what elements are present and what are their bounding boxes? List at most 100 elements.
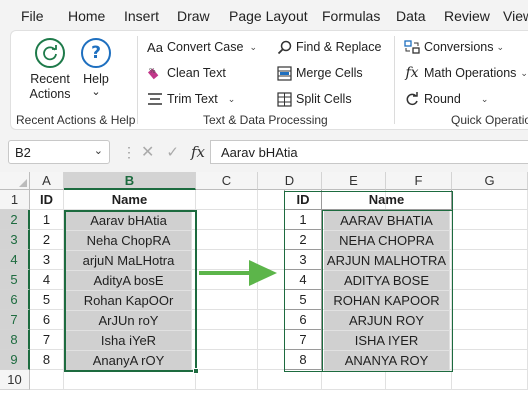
- table-right-id-cell[interactable]: 4: [284, 270, 322, 290]
- column-header-f[interactable]: F: [386, 172, 452, 190]
- tab-review[interactable]: Review: [444, 8, 490, 24]
- row-header-10[interactable]: 10: [0, 370, 30, 390]
- math-operations-button[interactable]: fx Math Operations ⌄: [403, 65, 528, 81]
- checkmark-icon[interactable]: ✓: [166, 143, 179, 161]
- table-right-header-id[interactable]: ID: [284, 190, 322, 210]
- table-left-name-cell[interactable]: ArJUn roY: [66, 311, 192, 331]
- table-left-id-cell[interactable]: 7: [30, 330, 64, 350]
- table-right-id-cell[interactable]: 5: [284, 290, 322, 310]
- table-left-id-cell[interactable]: 3: [30, 250, 64, 270]
- row-header-1[interactable]: 1: [0, 190, 30, 210]
- row-header-7[interactable]: 7: [0, 310, 30, 330]
- row-header-6[interactable]: 6: [0, 290, 30, 310]
- column-header-d[interactable]: D: [258, 172, 322, 190]
- row-header-2[interactable]: 2: [0, 210, 30, 230]
- table-left-name-cell[interactable]: Neha ChopRA: [66, 231, 192, 251]
- table-right-name-cell[interactable]: ISHA IYER: [324, 331, 450, 351]
- table-right-name-cell[interactable]: NEHA CHOPRA: [324, 231, 450, 251]
- grid-cell[interactable]: [196, 370, 258, 390]
- table-left-header-id[interactable]: ID: [30, 190, 64, 210]
- grid-cell[interactable]: [196, 230, 258, 250]
- grid-cell[interactable]: [258, 370, 322, 390]
- table-left-id-cell[interactable]: 5: [30, 290, 64, 310]
- table-left-name-cell[interactable]: Rohan KapOOr: [66, 291, 192, 311]
- grid-cell[interactable]: [64, 370, 196, 390]
- help-button[interactable]: ? Help ⌄: [80, 38, 112, 98]
- fill-handle[interactable]: [193, 368, 199, 374]
- table-right-name-cell[interactable]: ADITYA BOSE: [324, 271, 450, 291]
- table-left-header-name[interactable]: Name: [64, 190, 196, 210]
- round-button[interactable]: Round ⌄: [403, 91, 488, 107]
- column-header-b[interactable]: B: [64, 172, 196, 190]
- table-right-name-cell[interactable]: AARAV BHATIA: [324, 211, 450, 231]
- table-left-name-cell[interactable]: AdityA bosE: [66, 271, 192, 291]
- tab-formulas[interactable]: Formulas: [322, 8, 380, 24]
- trim-text-button[interactable]: Trim Text ⌄: [146, 91, 235, 107]
- table-left-name-cell[interactable]: Isha iYeR: [66, 331, 192, 351]
- more-icon[interactable]: ⋮: [122, 144, 136, 161]
- recent-actions-button[interactable]: Recent Actions: [26, 38, 74, 102]
- tab-home[interactable]: Home: [68, 8, 105, 24]
- column-header-e[interactable]: E: [322, 172, 386, 190]
- grid-cell[interactable]: [452, 250, 528, 270]
- insert-function-icon[interactable]: fx: [191, 143, 205, 161]
- grid-cell[interactable]: [322, 370, 386, 390]
- grid-cell[interactable]: [452, 350, 528, 370]
- grid-cell[interactable]: [452, 190, 528, 210]
- grid-cell[interactable]: [452, 330, 528, 350]
- grid-cell[interactable]: [196, 350, 258, 370]
- row-header-5[interactable]: 5: [0, 270, 30, 290]
- tab-file[interactable]: File: [21, 8, 44, 24]
- formula-input[interactable]: Aarav bHAtia: [210, 140, 528, 164]
- find-replace-button[interactable]: Find & Replace: [275, 39, 381, 55]
- tab-insert[interactable]: Insert: [124, 8, 159, 24]
- table-left-id-cell[interactable]: 1: [30, 210, 64, 230]
- tab-draw[interactable]: Draw: [177, 8, 210, 24]
- table-left-id-cell[interactable]: 8: [30, 350, 64, 370]
- grid-cell[interactable]: [196, 210, 258, 230]
- table-left-id-cell[interactable]: 6: [30, 310, 64, 330]
- table-left-id-cell[interactable]: 2: [30, 230, 64, 250]
- tab-page-layout[interactable]: Page Layout: [229, 8, 308, 24]
- merge-cells-button[interactable]: Merge Cells: [275, 65, 363, 81]
- grid-cell[interactable]: [452, 310, 528, 330]
- grid-cell[interactable]: [452, 290, 528, 310]
- table-right-name-cell[interactable]: ANANYA ROY: [324, 351, 450, 371]
- table-right-name-cell[interactable]: ROHAN KAPOOR: [324, 291, 450, 311]
- name-box[interactable]: B2 ⌄: [8, 140, 110, 164]
- table-right-header-name[interactable]: Name: [322, 190, 452, 210]
- select-all-corner[interactable]: [0, 172, 30, 190]
- grid-cell[interactable]: [452, 230, 528, 250]
- grid-cell[interactable]: [452, 370, 528, 390]
- tab-view[interactable]: View: [503, 8, 528, 24]
- table-right-id-cell[interactable]: 2: [284, 230, 322, 250]
- grid-cell[interactable]: [196, 190, 258, 210]
- table-right-name-cell[interactable]: ARJUN MALHOTRA: [324, 251, 450, 271]
- table-left-name-cell[interactable]: Aarav bHAtia: [66, 211, 192, 231]
- chevron-down-icon[interactable]: ⌄: [94, 144, 103, 157]
- grid-cell[interactable]: [452, 210, 528, 230]
- column-header-g[interactable]: G: [452, 172, 528, 190]
- table-right-id-cell[interactable]: 3: [284, 250, 322, 270]
- grid-cell[interactable]: [196, 310, 258, 330]
- row-header-4[interactable]: 4: [0, 250, 30, 270]
- grid-cell[interactable]: [386, 370, 452, 390]
- grid-cell[interactable]: [196, 330, 258, 350]
- table-right-id-cell[interactable]: 6: [284, 310, 322, 330]
- conversions-button[interactable]: Conversions ⌄: [403, 39, 504, 55]
- tab-data[interactable]: Data: [396, 8, 426, 24]
- table-right-id-cell[interactable]: 8: [284, 350, 322, 370]
- column-header-a[interactable]: A: [30, 172, 64, 190]
- table-left-id-cell[interactable]: 4: [30, 270, 64, 290]
- row-header-8[interactable]: 8: [0, 330, 30, 350]
- table-right-name-cell[interactable]: ARJUN ROY: [324, 311, 450, 331]
- column-header-c[interactable]: C: [196, 172, 258, 190]
- clean-text-button[interactable]: % Clean Text: [146, 65, 226, 81]
- split-cells-button[interactable]: Split Cells: [275, 91, 352, 107]
- table-right-id-cell[interactable]: 7: [284, 330, 322, 350]
- grid-cell[interactable]: [30, 370, 64, 390]
- cancel-icon[interactable]: ✕: [141, 142, 154, 162]
- row-header-9[interactable]: 9: [0, 350, 30, 370]
- table-left-name-cell[interactable]: arjuN MaLHotra: [66, 251, 192, 271]
- convert-case-button[interactable]: Aa Convert Case ⌄: [146, 39, 257, 55]
